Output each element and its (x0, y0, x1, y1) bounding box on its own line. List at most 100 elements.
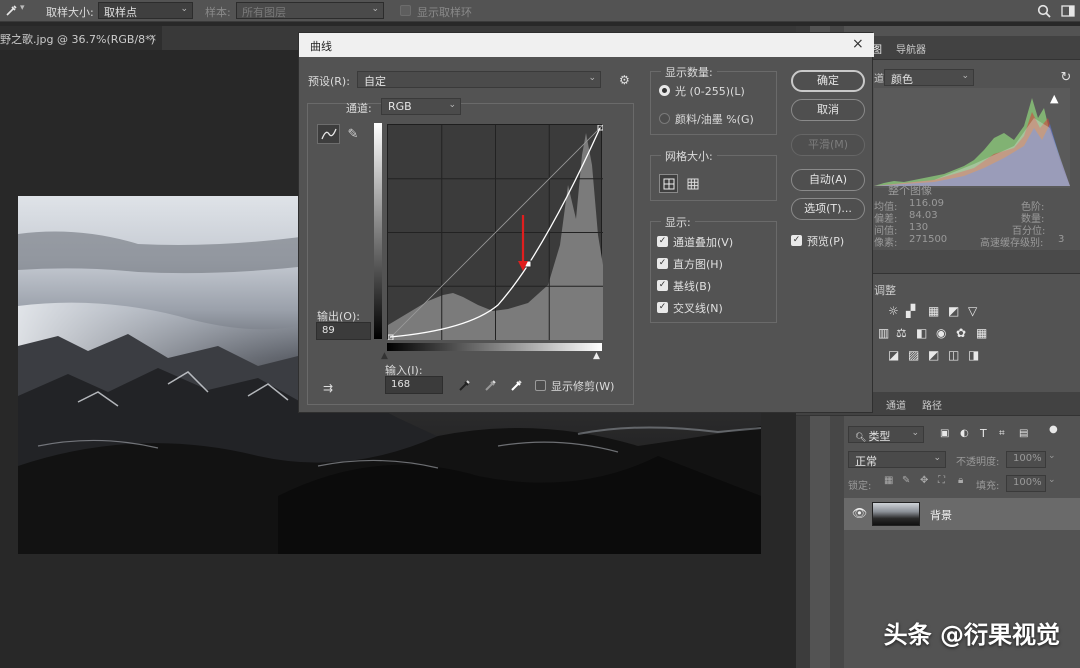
dropdown-arrow-icon[interactable]: ▾ (20, 3, 25, 13)
threshold-icon[interactable]: ◩ (928, 348, 939, 362)
tab-navigator[interactable]: 导航器 (896, 41, 926, 56)
chevron-down-icon[interactable]: ⌄ (1048, 451, 1056, 461)
histogram-source: 整个图像 (888, 184, 932, 197)
color-balance-icon[interactable]: ⚖ (896, 326, 907, 340)
ok-button[interactable]: 确定 (791, 70, 865, 92)
histogram-channel-select[interactable]: 颜色 ⌄ (884, 69, 974, 86)
opacity-input[interactable]: 100% (1006, 451, 1046, 468)
options-button[interactable]: 选项(T)... (791, 198, 865, 220)
input-gradient-bar (387, 343, 602, 351)
lock-transparent-icon[interactable]: ▦ (884, 475, 893, 486)
chevron-down-icon: ⌄ (371, 4, 379, 14)
posterize-icon[interactable]: ▨ (908, 348, 919, 362)
type-filter-icon[interactable]: T (980, 427, 987, 440)
adjustment-filter-icon[interactable]: ◐ (960, 428, 969, 439)
selective-color-icon[interactable]: ◨ (968, 348, 979, 362)
auto-button[interactable]: 自动(A) (791, 169, 865, 191)
refresh-icon[interactable]: ↻ (1059, 70, 1073, 85)
preset-options-gear-icon[interactable]: ⚙ (619, 73, 630, 87)
invert-icon[interactable]: ◪ (888, 348, 899, 362)
hue-saturation-icon[interactable]: ▥ (878, 326, 889, 340)
layer-filter-select[interactable]: 🔍︎ 类型 ⌄ (848, 426, 924, 443)
chevron-down-icon: ⌄ (933, 453, 941, 463)
gradient-map-icon[interactable]: ◫ (948, 348, 959, 362)
pigment-option-label: 颜料/油墨 %(G) (675, 113, 754, 126)
photo-filter-icon[interactable]: ◉ (936, 326, 946, 340)
smooth-button[interactable]: 平滑(M) (791, 134, 865, 156)
visibility-eye-icon[interactable]: 👁︎ (852, 506, 867, 520)
black-white-icon[interactable]: ◧ (916, 326, 927, 340)
filter-toggle-icon[interactable]: ● (1049, 424, 1058, 435)
preset-select[interactable]: 自定 ⌄ (357, 71, 601, 88)
cancel-button[interactable]: 取消 (791, 99, 865, 121)
smart-object-filter-icon[interactable]: ▤ (1019, 428, 1028, 439)
curves-icon[interactable]: ▦ (928, 304, 939, 318)
input-field[interactable]: 168 (385, 376, 443, 394)
sample-select[interactable]: 所有图层 ⌄ (236, 2, 384, 19)
gray-eyedropper-icon[interactable] (482, 377, 498, 393)
white-eyedropper-icon[interactable] (508, 377, 524, 393)
stat-value: 84.03 (909, 210, 938, 221)
layer-row[interactable]: 👁︎ 背景 (844, 498, 1080, 530)
dialog-title: 曲线 (310, 40, 332, 53)
light-radio[interactable] (659, 85, 670, 96)
intersection-line-checkbox[interactable]: ✓ (657, 302, 668, 313)
channel-mixer-icon[interactable]: ✿ (956, 326, 966, 340)
tab-channels[interactable]: 通道 (886, 397, 906, 412)
show-ring-checkbox[interactable] (400, 5, 411, 16)
lock-position-icon[interactable]: ✥ (920, 475, 928, 486)
sample-size-label: 取样大小: (46, 6, 94, 19)
show-clipping-checkbox[interactable] (535, 380, 546, 391)
grid-size-title: 网格大小: (661, 148, 717, 164)
levels-icon[interactable]: ▞ (906, 304, 915, 318)
curve-graph[interactable] (387, 124, 603, 340)
fill-input[interactable]: 100% (1006, 475, 1046, 492)
preview-checkbox[interactable]: ✓ (791, 235, 802, 246)
brightness-contrast-icon[interactable]: ☼ (888, 304, 899, 318)
simple-grid-icon[interactable] (659, 174, 678, 193)
search-icon[interactable] (1036, 3, 1052, 19)
document-tab[interactable]: 野之歌.jpg @ 36.7%(RGB/8*) × (0, 26, 162, 50)
lock-all-icon[interactable]: 🔒︎ (958, 475, 963, 486)
opacity-label: 不透明度: (956, 457, 1000, 468)
workspace-icon[interactable] (1060, 3, 1076, 19)
shape-filter-icon[interactable]: ⌗ (999, 428, 1005, 439)
output-gradient-bar (374, 123, 382, 339)
white-point-slider[interactable]: ▲ (593, 351, 600, 361)
fill-label: 填充: (976, 481, 1000, 492)
baseline-label: 基线(B) (673, 280, 712, 293)
layer-thumbnail (872, 502, 920, 526)
stat-value: 116.09 (909, 198, 944, 209)
exposure-icon[interactable]: ◩ (948, 304, 959, 318)
lock-pixels-icon[interactable]: ✎ (902, 475, 910, 486)
pencil-tool-icon[interactable]: ✎ (345, 125, 361, 143)
chevron-down-icon: ⌄ (911, 428, 919, 438)
vibrance-icon[interactable]: ▽ (968, 304, 977, 318)
eyedropper-icon[interactable] (4, 3, 18, 17)
channel-overlay-checkbox[interactable]: ✓ (657, 236, 668, 247)
detailed-grid-icon[interactable] (683, 174, 702, 193)
close-icon[interactable]: × (852, 36, 864, 52)
image-filter-icon[interactable]: ▣ (940, 428, 949, 439)
close-icon[interactable]: × (148, 31, 157, 44)
sample-label: 样本: (205, 6, 231, 19)
black-point-slider[interactable]: ▲ (381, 351, 388, 361)
color-lookup-icon[interactable]: ▦ (976, 326, 987, 340)
blend-mode-select[interactable]: 正常 ⌄ (848, 451, 946, 468)
preset-label: 预设(R): (308, 75, 350, 88)
auto-target-icon[interactable]: ⇉ (319, 380, 337, 396)
display-title: 显示: (661, 214, 695, 230)
pigment-radio[interactable] (659, 113, 670, 124)
lock-artboard-icon[interactable]: ⛶ (938, 475, 945, 486)
chevron-down-icon[interactable]: ⌄ (1048, 475, 1056, 485)
curve-point-tool-icon[interactable] (317, 124, 340, 144)
output-input[interactable]: 89 (316, 322, 371, 340)
histogram-checkbox[interactable]: ✓ (657, 258, 668, 269)
tab-paths[interactable]: 路径 (922, 397, 942, 412)
show-clipping-label: 显示修剪(W) (551, 380, 615, 393)
stat-label: 高速缓存级别: (980, 238, 1044, 249)
channel-select[interactable]: RGB ⌄ (381, 98, 461, 115)
baseline-checkbox[interactable]: ✓ (657, 280, 668, 291)
black-eyedropper-icon[interactable] (456, 377, 472, 393)
sample-size-select[interactable]: 取样点 ⌄ (98, 2, 193, 19)
